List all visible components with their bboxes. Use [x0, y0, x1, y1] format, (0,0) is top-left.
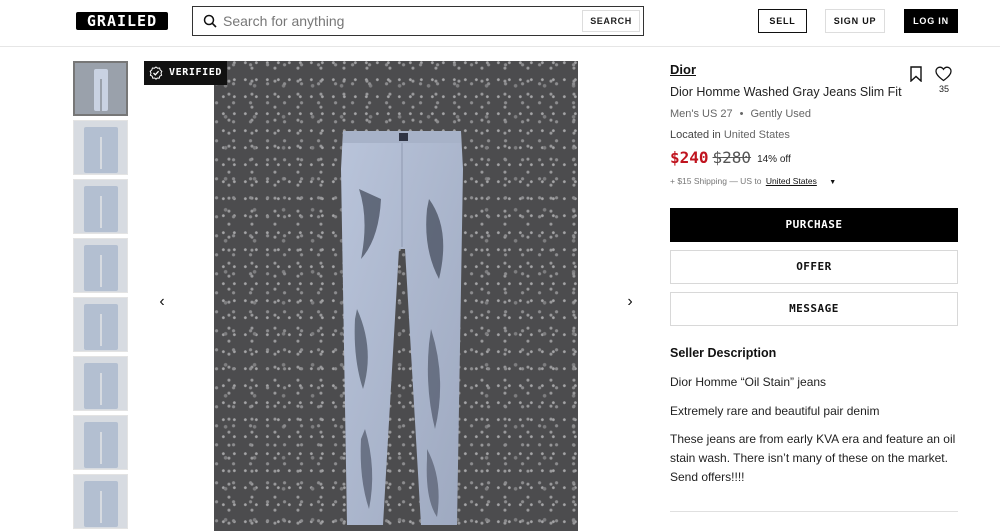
thumbnail-1[interactable] [73, 61, 128, 116]
size-condition: Men's US 27 • Gently Used [670, 108, 812, 120]
shipping-info: + $15 Shipping — US to United States ▼ [670, 176, 836, 186]
description-line: These jeans are from early KVA era and f… [670, 432, 956, 484]
heart-icon[interactable] [935, 66, 952, 82]
thumbnail-2[interactable] [73, 120, 128, 175]
jeans-image [341, 131, 463, 525]
price-row: $240 $280 14% off [670, 148, 791, 168]
location: Located in United States [670, 129, 790, 141]
thumbnail-5[interactable] [73, 297, 128, 352]
search-icon [203, 14, 217, 28]
thumbnail-8[interactable] [73, 474, 128, 529]
main-product-image[interactable] [214, 61, 578, 531]
bookmark-icon[interactable] [909, 66, 923, 82]
thumbnail-6[interactable] [73, 356, 128, 411]
verified-badge: VERIFIED [144, 61, 227, 85]
search-bar: SEARCH [192, 6, 644, 36]
thumbnail-7[interactable] [73, 415, 128, 470]
current-price: $240 [670, 148, 709, 167]
search-input[interactable] [223, 7, 573, 35]
login-button[interactable]: LOG IN [904, 9, 958, 33]
seller-description-heading: Seller Description [670, 346, 777, 360]
signup-button[interactable]: SIGN UP [825, 9, 885, 33]
shipping-prefix: + $15 Shipping — US to [670, 176, 762, 186]
condition-label: Gently Used [750, 108, 812, 120]
divider [670, 511, 958, 512]
verified-badge-icon [149, 66, 163, 80]
thumbnail-3[interactable] [73, 179, 128, 234]
caret-down-icon[interactable]: ▼ [829, 179, 836, 186]
message-button[interactable]: MESSAGE [670, 292, 958, 326]
site-header: GRAILED SEARCH SELL SIGN UP LOG IN [0, 0, 1000, 47]
location-value: United States [723, 129, 790, 141]
listing-title: Dior Homme Washed Gray Jeans Slim Fit [670, 85, 902, 99]
search-button[interactable]: SEARCH [582, 10, 640, 32]
description-line: Extremely rare and beautiful pair denim [670, 404, 880, 418]
thumbnail-4[interactable] [73, 238, 128, 293]
chevron-left-icon[interactable]: ‹ [152, 292, 172, 312]
purchase-button[interactable]: PURCHASE [670, 208, 958, 242]
size-label: Men's US 27 [670, 108, 733, 120]
like-count: 35 [938, 84, 949, 94]
site-logo[interactable]: GRAILED [76, 12, 168, 30]
verified-label: VERIFIED [169, 67, 222, 78]
discount-label: 14% off [757, 154, 791, 165]
shipping-country-select[interactable]: United States [766, 176, 817, 186]
offer-button[interactable]: OFFER [670, 250, 958, 284]
original-price: $280 [712, 148, 752, 167]
brand-link[interactable]: Dior [670, 62, 696, 77]
description-line: Dior Homme “Oil Stain” jeans [670, 375, 827, 389]
sell-button[interactable]: SELL [758, 9, 807, 33]
chevron-right-icon[interactable]: › [620, 292, 640, 312]
location-label: Located in [670, 129, 721, 141]
